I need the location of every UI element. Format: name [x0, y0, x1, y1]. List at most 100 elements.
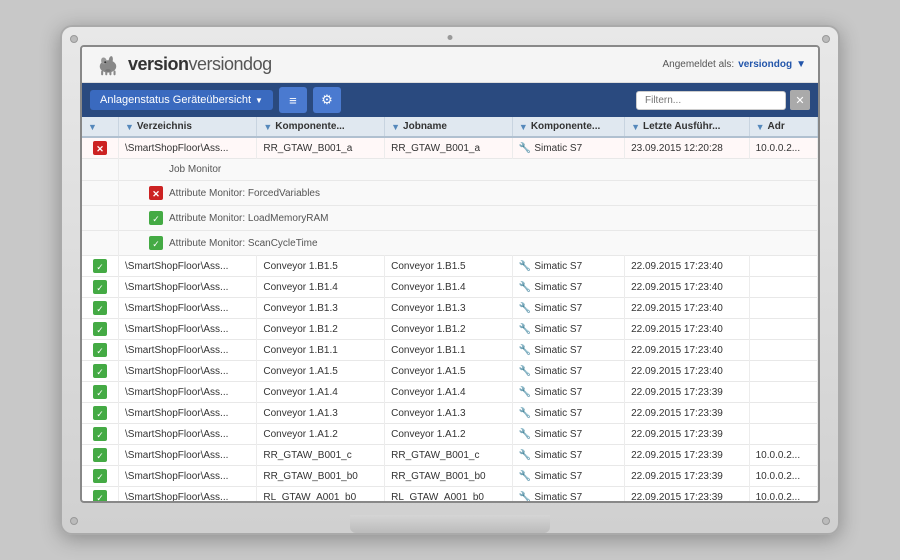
col-header-status: ▼ — [82, 117, 119, 137]
table-row[interactable]: ✓ \SmartShopFloor\Ass... RL_GTAW_A001_b0… — [82, 487, 818, 502]
simatic-icon: Simatic S7 — [519, 408, 582, 419]
menu-button[interactable]: ≡ — [279, 87, 307, 113]
table-row[interactable]: ✓ \SmartShopFloor\Ass... Conveyor 1.A1.5… — [82, 361, 818, 382]
filter-icon-komp1[interactable]: ▼ — [263, 122, 272, 132]
letzte-cell: 22.09.2015 17:23:40 — [625, 319, 750, 340]
adr-cell: 10.0.0.2... — [749, 137, 817, 159]
sub-label: Attribute Monitor: LoadMemoryRAM — [169, 213, 329, 224]
jobname-cell: RR_GTAW_B001_b0 — [385, 466, 513, 487]
sub-label-cell: ✓Attribute Monitor: ScanCycleTime — [119, 231, 818, 256]
komponente1-cell: Conveyor 1.B1.1 — [257, 340, 385, 361]
screw-tr — [822, 35, 830, 43]
table-row[interactable]: ✕ \SmartShopFloor\Ass... RR_GTAW_B001_a … — [82, 137, 818, 159]
user-dropdown-icon[interactable]: ▼ — [796, 59, 806, 70]
filter-area: ✕ — [636, 90, 810, 110]
letzte-cell: 22.09.2015 17:23:40 — [625, 361, 750, 382]
sub-status-ok: ✓ — [149, 236, 163, 250]
adr-cell — [749, 319, 817, 340]
table-row[interactable]: ✓ \SmartShopFloor\Ass... Conveyor 1.A1.4… — [82, 382, 818, 403]
komponente2-cell: Simatic S7 — [512, 319, 624, 340]
filter-icon-verz[interactable]: ▼ — [125, 122, 134, 132]
table-header: ▼ ▼Verzeichnis ▼Komponente... ▼Jobname ▼ — [82, 117, 818, 137]
letzte-cell: 22.09.2015 17:23:40 — [625, 256, 750, 277]
adr-cell — [749, 340, 817, 361]
table-body: ✕ \SmartShopFloor\Ass... RR_GTAW_B001_a … — [82, 137, 818, 501]
status-ok-icon: ✓ — [93, 259, 107, 273]
komponente2-cell: Simatic S7 — [512, 277, 624, 298]
verzeichnis-cell: \SmartShopFloor\Ass... — [119, 424, 257, 445]
letzte-cell: 23.09.2015 12:20:28 — [625, 137, 750, 159]
screw-tl — [70, 35, 78, 43]
jobname-cell: Conveyor 1.B1.3 — [385, 298, 513, 319]
status-ok-icon: ✓ — [93, 385, 107, 399]
letzte-cell: 22.09.2015 17:23:40 — [625, 340, 750, 361]
table-row[interactable]: ✓ \SmartShopFloor\Ass... Conveyor 1.A1.2… — [82, 424, 818, 445]
verzeichnis-cell: \SmartShopFloor\Ass... — [119, 382, 257, 403]
laptop-base — [350, 515, 550, 533]
status-ok-icon: ✓ — [93, 343, 107, 357]
adr-cell — [749, 277, 817, 298]
verzeichnis-cell: \SmartShopFloor\Ass... — [119, 298, 257, 319]
status-ok-icon: ✓ — [93, 448, 107, 462]
filter-icon-adr[interactable]: ▼ — [756, 122, 765, 132]
adr-cell: 10.0.0.2... — [749, 487, 817, 502]
jobname-cell: RR_GTAW_B001_c — [385, 445, 513, 466]
komponente1-cell: Conveyor 1.B1.4 — [257, 277, 385, 298]
adr-cell: 10.0.0.2... — [749, 466, 817, 487]
table-row[interactable]: ✓ \SmartShopFloor\Ass... Conveyor 1.A1.3… — [82, 403, 818, 424]
table-row[interactable]: ✓ \SmartShopFloor\Ass... Conveyor 1.B1.1… — [82, 340, 818, 361]
col-header-komponente1: ▼Komponente... — [257, 117, 385, 137]
status-ok-icon: ✓ — [93, 490, 107, 501]
status-cell: ✓ — [82, 340, 119, 361]
laptop-screen: versionversiondog Angemeldet als: versio… — [80, 45, 820, 503]
expand-subrow: Job Monitor — [82, 159, 818, 181]
jobname-cell: Conveyor 1.B1.4 — [385, 277, 513, 298]
filter-clear-button[interactable]: ✕ — [790, 90, 810, 110]
status-cell: ✓ — [82, 277, 119, 298]
komponente1-cell: RR_GTAW_B001_c — [257, 445, 385, 466]
table-row[interactable]: ✓ \SmartShopFloor\Ass... Conveyor 1.B1.3… — [82, 298, 818, 319]
table-row[interactable]: ✓ \SmartShopFloor\Ass... Conveyor 1.B1.5… — [82, 256, 818, 277]
filter-icon-status[interactable]: ▼ — [88, 122, 97, 132]
laptop-frame: versionversiondog Angemeldet als: versio… — [60, 25, 840, 535]
toolbar-title-button[interactable]: Anlagenstatus Geräteübersicht — [90, 90, 273, 110]
toolbar: Anlagenstatus Geräteübersicht ≡ ⚙ ✕ — [82, 83, 818, 117]
user-info: Angemeldet als: versiondog ▼ — [662, 59, 806, 70]
table-row[interactable]: ✓ \SmartShopFloor\Ass... RR_GTAW_B001_b0… — [82, 466, 818, 487]
sub-label: Job Monitor — [169, 164, 221, 175]
table-row[interactable]: ✓ \SmartShopFloor\Ass... Conveyor 1.B1.2… — [82, 319, 818, 340]
adr-cell — [749, 382, 817, 403]
table-row[interactable]: ✓ \SmartShopFloor\Ass... RR_GTAW_B001_c … — [82, 445, 818, 466]
komponente2-cell: Simatic S7 — [512, 298, 624, 319]
verzeichnis-cell: \SmartShopFloor\Ass... — [119, 277, 257, 298]
komponente1-cell: RR_GTAW_B001_a — [257, 137, 385, 159]
expand-subrow: ✕Attribute Monitor: ForcedVariables — [82, 181, 818, 206]
simatic-icon: Simatic S7 — [519, 261, 582, 272]
letzte-cell: 22.09.2015 17:23:39 — [625, 445, 750, 466]
simatic-icon: Simatic S7 — [519, 345, 582, 356]
status-cell: ✕ — [82, 137, 119, 159]
filter-input[interactable] — [636, 91, 786, 110]
settings-button[interactable]: ⚙ — [313, 87, 341, 113]
simatic-icon: Simatic S7 — [519, 471, 582, 482]
status-err-icon: ✕ — [93, 141, 107, 155]
filter-icon-job[interactable]: ▼ — [391, 122, 400, 132]
table-wrapper: ▼ ▼Verzeichnis ▼Komponente... ▼Jobname ▼ — [82, 117, 818, 501]
jobname-cell: Conveyor 1.A1.4 — [385, 382, 513, 403]
dog-icon — [94, 54, 122, 76]
status-cell: ✓ — [82, 403, 119, 424]
filter-icon-komp2[interactable]: ▼ — [519, 122, 528, 132]
username: versiondog — [738, 59, 792, 70]
komponente2-cell: Simatic S7 — [512, 424, 624, 445]
verzeichnis-cell: \SmartShopFloor\Ass... — [119, 319, 257, 340]
simatic-icon: Simatic S7 — [519, 492, 582, 502]
verzeichnis-cell: \SmartShopFloor\Ass... — [119, 137, 257, 159]
filter-icon-letzte[interactable]: ▼ — [631, 122, 640, 132]
simatic-icon: Simatic S7 — [519, 429, 582, 440]
table-row[interactable]: ✓ \SmartShopFloor\Ass... Conveyor 1.B1.4… — [82, 277, 818, 298]
sub-label: Attribute Monitor: ForcedVariables — [169, 188, 320, 199]
simatic-icon: Simatic S7 — [519, 450, 582, 461]
komponente2-cell: Simatic S7 — [512, 256, 624, 277]
jobname-cell: Conveyor 1.A1.3 — [385, 403, 513, 424]
simatic-icon: Simatic S7 — [519, 143, 582, 154]
